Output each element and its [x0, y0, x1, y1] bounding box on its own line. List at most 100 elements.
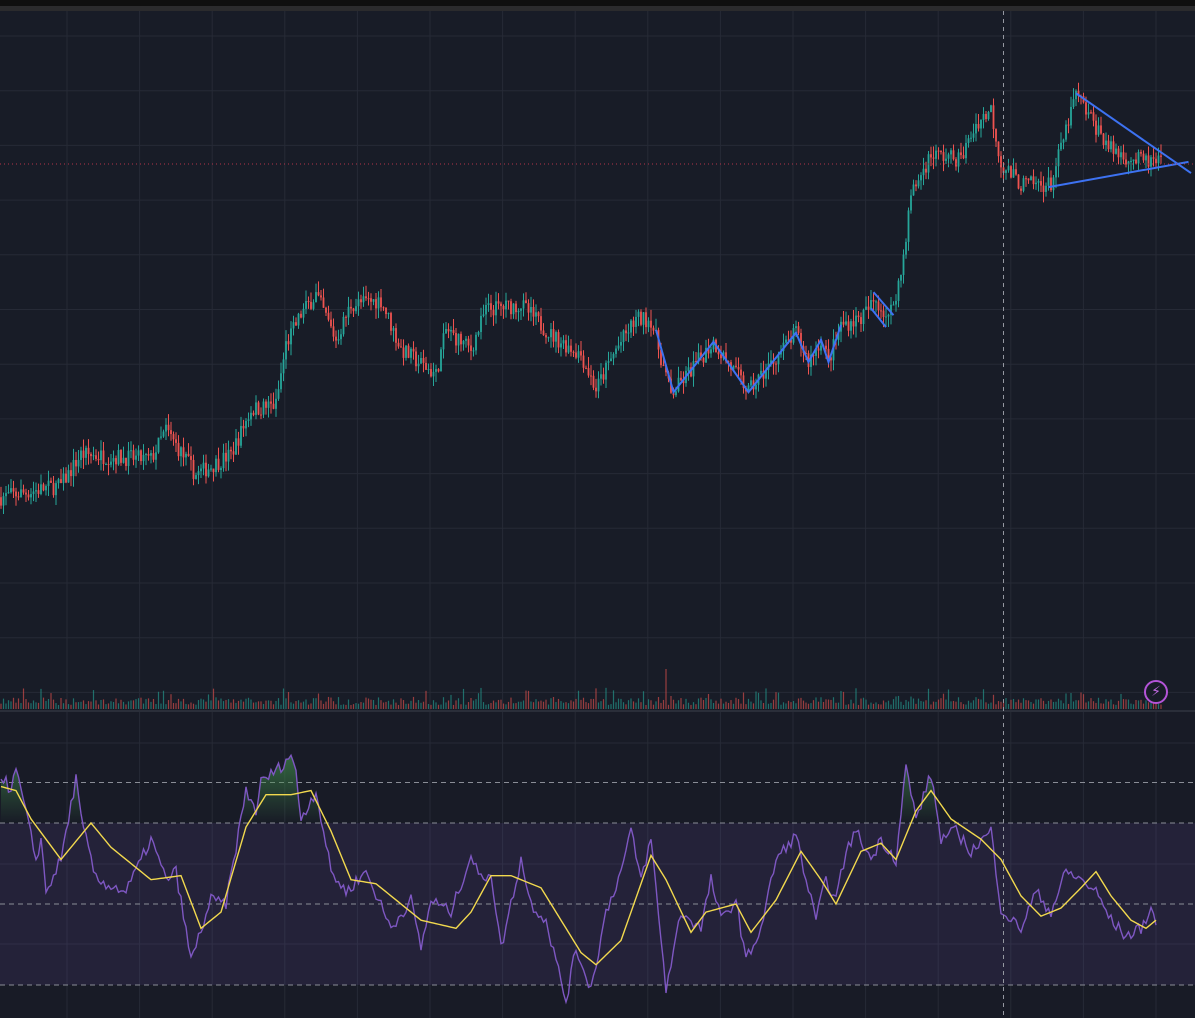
volume-bar — [195, 704, 197, 709]
candle-body — [87, 447, 90, 455]
candle-body — [45, 486, 47, 491]
candle-body — [200, 468, 202, 472]
candle-body — [1047, 177, 1050, 186]
candle-body — [845, 321, 847, 325]
volume-bar — [1095, 702, 1097, 709]
volume-bar — [877, 704, 880, 709]
volume-bar — [180, 701, 182, 709]
volume-bar — [262, 704, 265, 709]
candle-body — [565, 340, 567, 353]
volume-bar — [932, 701, 935, 709]
volume-bar — [415, 702, 417, 709]
candle-body — [1115, 148, 1117, 154]
volume-bar — [50, 693, 52, 709]
volume-bar — [392, 699, 395, 709]
volume-bar — [792, 701, 795, 709]
volume-bar — [97, 704, 100, 709]
candle-body — [470, 345, 472, 351]
volume-bar — [1132, 704, 1135, 709]
volume-bar — [852, 703, 855, 709]
chart-canvas[interactable] — [0, 0, 1195, 1018]
candle-body — [350, 306, 352, 309]
candle-body — [885, 316, 887, 318]
lightning-icon[interactable]: ⚡ — [1144, 680, 1168, 704]
candle-body — [82, 450, 85, 458]
volume-bar — [107, 703, 110, 709]
volume-bar — [485, 704, 487, 709]
volume-bar — [617, 698, 620, 709]
volume-bar — [1075, 700, 1077, 709]
candle-body — [662, 365, 665, 367]
volume-bar — [302, 701, 305, 709]
volume-bar — [997, 701, 1000, 709]
candle-body — [107, 464, 110, 466]
candle-body — [900, 274, 902, 281]
volume-bar — [987, 703, 990, 709]
candle-body — [915, 184, 917, 187]
volume-bar — [952, 700, 955, 709]
candle-body — [62, 473, 65, 483]
volume-bar — [287, 692, 290, 709]
volume-bar — [437, 704, 440, 709]
volume-bar — [470, 697, 472, 709]
volume-bar — [657, 697, 660, 709]
volume-bar — [317, 693, 320, 709]
candle-body — [527, 303, 530, 313]
volume-bar — [605, 687, 607, 709]
candle-body — [27, 494, 30, 498]
volume-bar — [62, 703, 65, 709]
candle-body — [422, 357, 425, 363]
candle-body — [1022, 178, 1025, 191]
volume-bar — [42, 697, 45, 709]
volume-bar — [610, 704, 612, 709]
volume-bar — [1027, 700, 1030, 709]
volume-bar — [622, 702, 625, 709]
volume-bar — [880, 704, 882, 709]
candle-body — [397, 342, 400, 347]
candle-body — [755, 384, 757, 390]
candle-body — [582, 355, 585, 368]
candle-body — [117, 449, 120, 465]
candle-body — [370, 298, 372, 302]
candle-body — [245, 420, 247, 429]
candle-body — [410, 348, 412, 358]
volume-bar — [422, 701, 425, 709]
volume-bar — [265, 700, 267, 709]
candle-body — [710, 349, 712, 354]
candle-body — [545, 335, 547, 338]
candle-body — [650, 320, 652, 328]
candle-body — [630, 320, 632, 333]
candle-body — [702, 357, 705, 363]
volume-bar — [1060, 700, 1062, 709]
candle-body — [95, 455, 97, 459]
volume-bar — [55, 703, 57, 709]
volume-bar — [130, 700, 132, 709]
candle-body — [317, 292, 320, 296]
candle-body — [1037, 181, 1040, 183]
candle-body — [85, 447, 87, 458]
candle-body — [270, 401, 272, 404]
candle-body — [375, 299, 377, 309]
volume-bar — [502, 703, 505, 709]
volume-bar — [75, 702, 77, 709]
candle-body — [912, 184, 915, 196]
volume-bar — [330, 697, 332, 709]
volume-bar — [842, 691, 845, 709]
volume-bar — [205, 701, 207, 709]
candle-body — [507, 300, 510, 302]
candle-body — [487, 303, 490, 305]
volume-bar — [155, 703, 157, 709]
candle-body — [172, 434, 175, 440]
volume-bar — [795, 703, 797, 709]
candle-body — [555, 332, 557, 342]
candle-body — [497, 301, 500, 304]
volume-bar — [990, 702, 992, 709]
candle-body — [965, 142, 967, 159]
volume-bar — [695, 704, 697, 709]
volume-bar — [417, 700, 420, 709]
volume-bar — [1110, 699, 1112, 709]
volume-bar — [122, 701, 125, 709]
candle-body — [940, 150, 942, 153]
volume-bar — [885, 702, 887, 709]
volume-bar — [410, 700, 412, 709]
